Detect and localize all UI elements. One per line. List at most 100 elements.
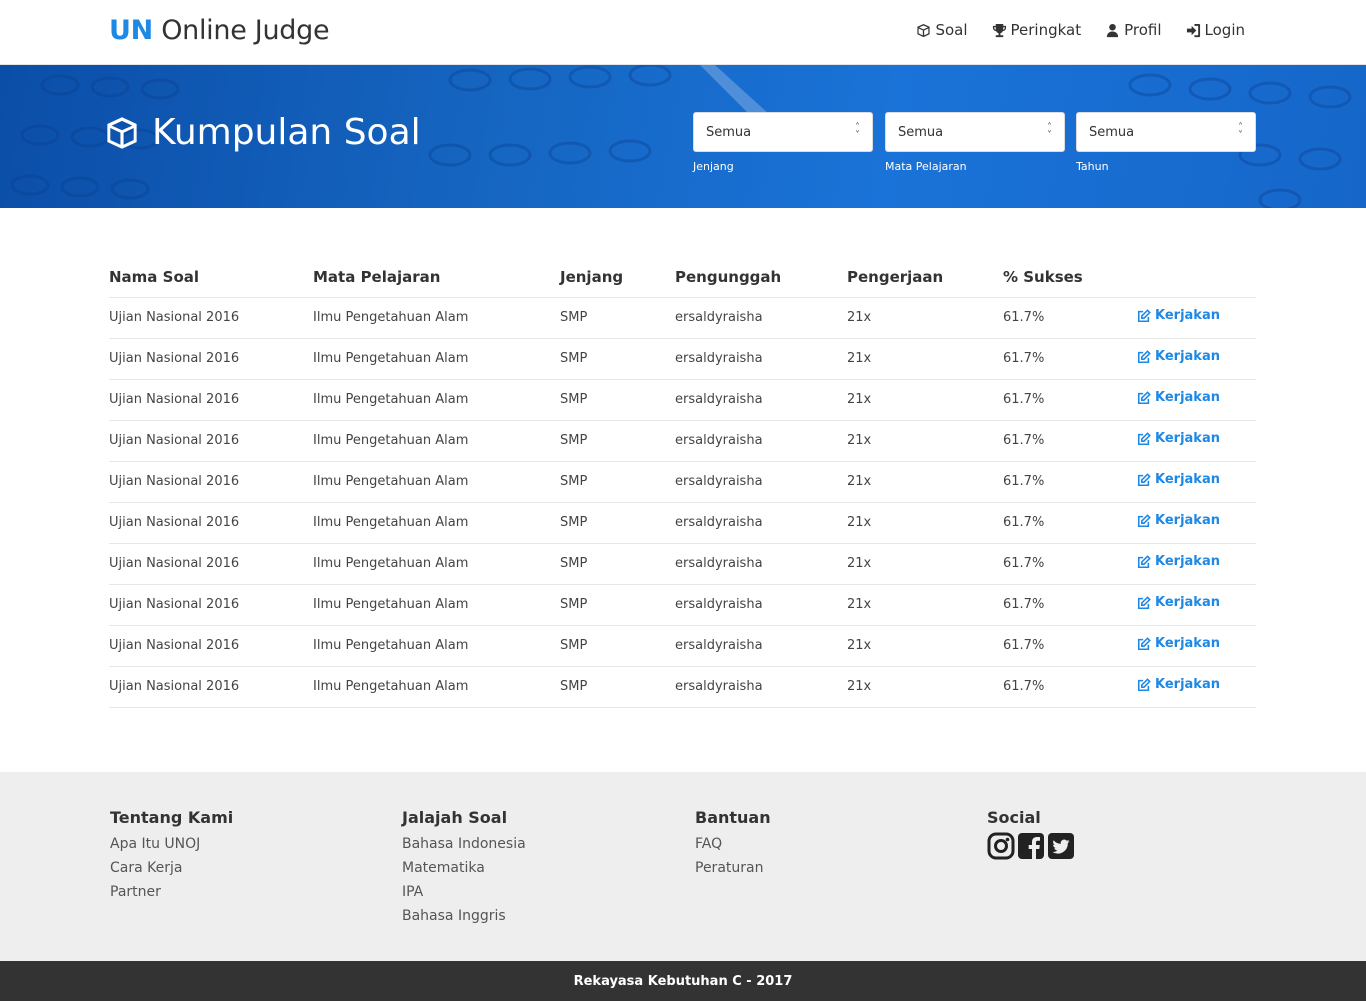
footer-heading-social: Social bbox=[987, 808, 1041, 827]
col-header-pengerjaan[interactable]: Pengerjaan bbox=[847, 258, 1003, 298]
edit-icon bbox=[1137, 349, 1151, 363]
table-row: Ujian Nasional 2016 Ilmu Pengetahuan Alam… bbox=[109, 461, 1256, 503]
cell-jenjang: SMP bbox=[560, 584, 675, 626]
kerjakan-label: Kerjakan bbox=[1155, 349, 1220, 365]
cell-nama-soal: Ujian Nasional 2016 bbox=[109, 543, 313, 585]
instagram-icon[interactable] bbox=[987, 832, 1015, 860]
kerjakan-button[interactable]: Kerjakan bbox=[1137, 431, 1220, 446]
cell-pengunggah: ersaldyraisha bbox=[675, 666, 847, 708]
cell-pengerjaan: 21x bbox=[847, 420, 1003, 462]
footer-heading-jalajah: Jalajah Soal bbox=[402, 808, 508, 827]
cell-nama-soal: Ujian Nasional 2016 bbox=[109, 625, 313, 667]
kerjakan-button[interactable]: Kerjakan bbox=[1137, 636, 1220, 651]
footer-link-cara-kerja[interactable]: Cara Kerja bbox=[110, 856, 233, 880]
col-header-nama-soal[interactable]: Nama Soal bbox=[109, 258, 313, 298]
cell-jenjang: SMP bbox=[560, 502, 675, 544]
filter-tahun: Semua ˄ ˅ Tahun bbox=[1076, 112, 1256, 173]
cell-nama-soal: Ujian Nasional 2016 bbox=[109, 584, 313, 626]
footer-col-social: Social bbox=[987, 808, 1075, 860]
cell-pengunggah: ersaldyraisha bbox=[675, 502, 847, 544]
footer-link-matematika[interactable]: Matematika bbox=[402, 856, 526, 880]
cell-action: Kerjakan bbox=[1137, 297, 1256, 339]
edit-icon bbox=[1137, 472, 1151, 486]
cell-jenjang: SMP bbox=[560, 461, 675, 503]
cell-sukses: 61.7% bbox=[1003, 543, 1137, 585]
cell-pengunggah: ersaldyraisha bbox=[675, 543, 847, 585]
col-header-jenjang[interactable]: Jenjang bbox=[560, 258, 675, 298]
chevron-updown-icon: ˄ ˅ bbox=[1238, 122, 1243, 141]
kerjakan-label: Kerjakan bbox=[1155, 390, 1220, 406]
cell-jenjang: SMP bbox=[560, 625, 675, 667]
mata-pelajaran-select[interactable]: Semua ˄ ˅ bbox=[885, 112, 1065, 152]
cell-mata-pelajaran: Ilmu Pengetahuan Alam bbox=[313, 461, 560, 503]
kerjakan-label: Kerjakan bbox=[1155, 636, 1220, 652]
kerjakan-button[interactable]: Kerjakan bbox=[1137, 390, 1220, 405]
footer-link-ipa[interactable]: IPA bbox=[402, 880, 526, 904]
col-header-action bbox=[1137, 258, 1256, 298]
kerjakan-label: Kerjakan bbox=[1155, 472, 1220, 488]
cell-sukses: 61.7% bbox=[1003, 666, 1137, 708]
nav-soal-label: Soal bbox=[935, 21, 968, 39]
brand-logo[interactable]: UN Online Judge bbox=[109, 14, 330, 48]
edit-icon bbox=[1137, 636, 1151, 650]
tahun-select[interactable]: Semua ˄ ˅ bbox=[1076, 112, 1256, 152]
copyright-text: Rekayasa Kebutuhan C - 2017 bbox=[573, 973, 793, 989]
kerjakan-label: Kerjakan bbox=[1155, 677, 1220, 693]
table-row: Ujian Nasional 2016 Ilmu Pengetahuan Alam… bbox=[109, 666, 1256, 708]
jenjang-select[interactable]: Semua ˄ ˅ bbox=[693, 112, 873, 152]
cell-nama-soal: Ujian Nasional 2016 bbox=[109, 297, 313, 339]
footer-link-peraturan[interactable]: Peraturan bbox=[695, 856, 771, 880]
kerjakan-button[interactable]: Kerjakan bbox=[1137, 677, 1220, 692]
user-icon bbox=[1106, 23, 1119, 37]
table-header-row: Nama Soal Mata Pelajaran Jenjang Pengung… bbox=[109, 258, 1256, 298]
footer-link-apa-itu[interactable]: Apa Itu UNOJ bbox=[110, 832, 233, 856]
filter-mata-pelajaran: Semua ˄ ˅ Mata Pelajaran bbox=[885, 112, 1065, 173]
table-row: Ujian Nasional 2016 Ilmu Pengetahuan Alam… bbox=[109, 584, 1256, 626]
kerjakan-button[interactable]: Kerjakan bbox=[1137, 554, 1220, 569]
cell-sukses: 61.7% bbox=[1003, 297, 1137, 339]
sign-in-icon bbox=[1186, 23, 1200, 37]
edit-icon bbox=[1137, 390, 1151, 404]
cell-sukses: 61.7% bbox=[1003, 584, 1137, 626]
facebook-icon[interactable] bbox=[1017, 832, 1045, 860]
cell-pengerjaan: 21x bbox=[847, 543, 1003, 585]
footer-col-tentang: Tentang Kami Apa Itu UNOJ Cara Kerja Par… bbox=[110, 808, 233, 904]
footer-link-faq[interactable]: FAQ bbox=[695, 832, 771, 856]
brand-name: Online Judge bbox=[161, 15, 330, 46]
page-title-text: Kumpulan Soal bbox=[152, 112, 421, 153]
col-header-sukses[interactable]: % Sukses bbox=[1003, 258, 1137, 298]
cell-pengunggah: ersaldyraisha bbox=[675, 420, 847, 462]
cell-action: Kerjakan bbox=[1137, 461, 1256, 503]
table-row: Ujian Nasional 2016 Ilmu Pengetahuan Alam… bbox=[109, 502, 1256, 544]
copyright-bar: Rekayasa Kebutuhan C - 2017 bbox=[0, 961, 1366, 1001]
kerjakan-button[interactable]: Kerjakan bbox=[1137, 595, 1220, 610]
nav-profil-label: Profil bbox=[1124, 21, 1162, 39]
kerjakan-button[interactable]: Kerjakan bbox=[1137, 308, 1220, 323]
cube-icon bbox=[107, 117, 137, 149]
footer-heading-tentang: Tentang Kami bbox=[110, 808, 234, 827]
nav-peringkat[interactable]: Peringkat bbox=[992, 21, 1081, 39]
kerjakan-label: Kerjakan bbox=[1155, 554, 1220, 570]
footer-link-bahasa-indonesia[interactable]: Bahasa Indonesia bbox=[402, 832, 526, 856]
cell-pengerjaan: 21x bbox=[847, 297, 1003, 339]
cell-pengunggah: ersaldyraisha bbox=[675, 625, 847, 667]
kerjakan-button[interactable]: Kerjakan bbox=[1137, 513, 1220, 528]
nav-soal[interactable]: Soal bbox=[916, 21, 968, 39]
col-header-pengunggah[interactable]: Pengunggah bbox=[675, 258, 847, 298]
kerjakan-button[interactable]: Kerjakan bbox=[1137, 472, 1220, 487]
edit-icon bbox=[1137, 308, 1151, 322]
nav-login-label: Login bbox=[1204, 21, 1245, 39]
nav-profil[interactable]: Profil bbox=[1105, 21, 1162, 39]
nav-login[interactable]: Login bbox=[1186, 21, 1245, 39]
edit-icon bbox=[1137, 595, 1151, 609]
tahun-select-value: Semua bbox=[1089, 124, 1135, 140]
footer-link-partner[interactable]: Partner bbox=[110, 880, 233, 904]
twitter-icon[interactable] bbox=[1047, 832, 1075, 860]
cell-mata-pelajaran: Ilmu Pengetahuan Alam bbox=[313, 584, 560, 626]
col-header-mata-pelajaran[interactable]: Mata Pelajaran bbox=[313, 258, 560, 298]
table-row: Ujian Nasional 2016 Ilmu Pengetahuan Alam… bbox=[109, 625, 1256, 667]
cell-pengunggah: ersaldyraisha bbox=[675, 461, 847, 503]
footer-link-bahasa-inggris[interactable]: Bahasa Inggris bbox=[402, 904, 526, 928]
table-row: Ujian Nasional 2016 Ilmu Pengetahuan Alam… bbox=[109, 297, 1256, 339]
kerjakan-button[interactable]: Kerjakan bbox=[1137, 349, 1220, 364]
